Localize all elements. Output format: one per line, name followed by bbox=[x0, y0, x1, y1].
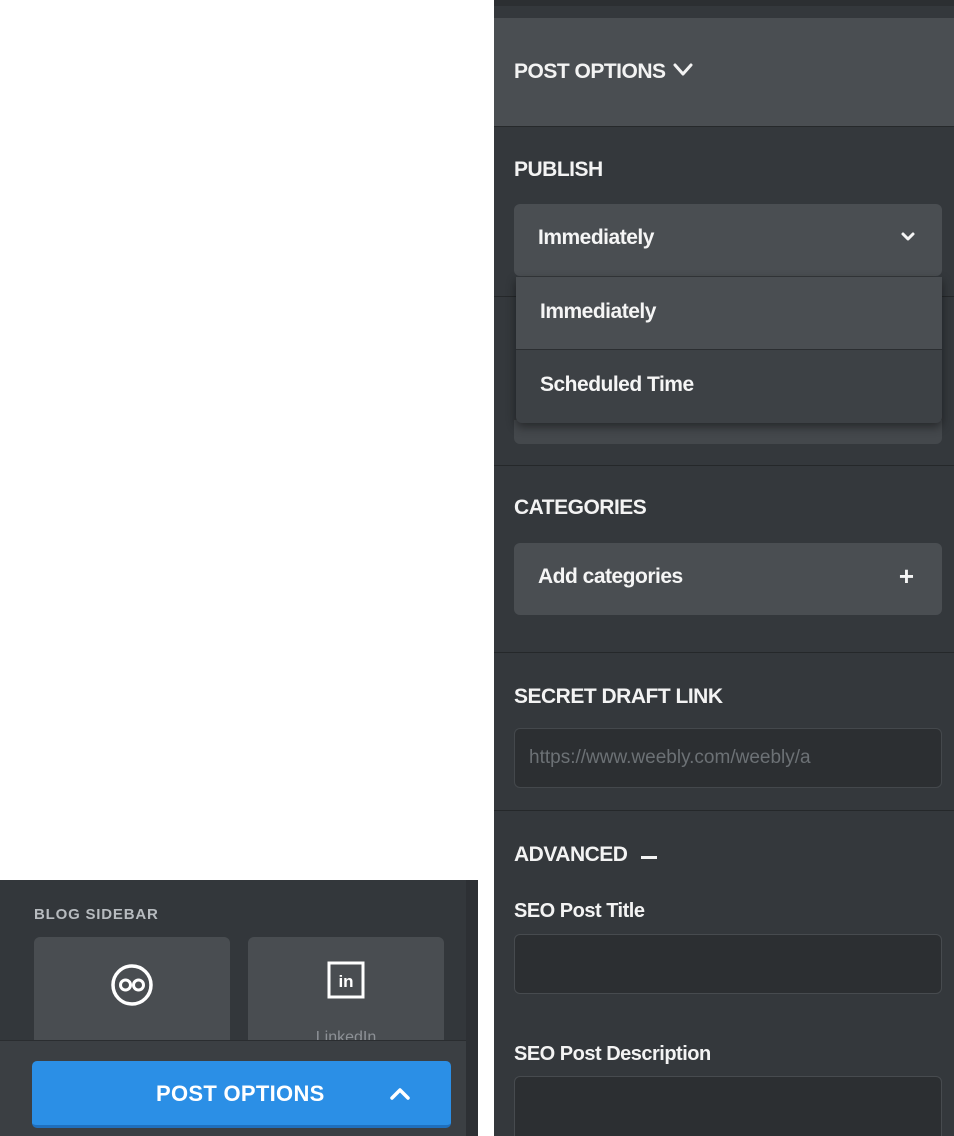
divider bbox=[494, 465, 954, 466]
panel-title[interactable]: POST OPTIONS bbox=[514, 60, 694, 84]
linkedin-tile[interactable]: in LinkedIn bbox=[248, 937, 444, 1057]
advanced-label: ADVANCED bbox=[514, 843, 628, 866]
chevron-up-icon bbox=[389, 1086, 411, 1107]
chevron-down-icon bbox=[672, 60, 694, 84]
publish-date-field bbox=[514, 420, 942, 444]
publish-label: PUBLISH bbox=[514, 158, 603, 181]
advanced-toggle[interactable]: ADVANCED bbox=[514, 843, 658, 867]
flickr-tile[interactable] bbox=[34, 937, 230, 1057]
secret-draft-link-value: https://www.weebly.com/weebly/a bbox=[529, 747, 811, 768]
secret-draft-link-field[interactable]: https://www.weebly.com/weebly/a bbox=[514, 728, 942, 788]
post-options-panel: POST OPTIONS PUBLISH Immediately Immedia… bbox=[494, 0, 954, 1136]
divider bbox=[494, 810, 954, 811]
post-options-button[interactable]: POST OPTIONS bbox=[32, 1061, 451, 1128]
minus-icon bbox=[641, 843, 658, 867]
publish-select[interactable]: Immediately bbox=[514, 204, 942, 276]
add-categories-button[interactable]: Add categories + bbox=[514, 543, 942, 615]
seo-post-title-input[interactable] bbox=[514, 934, 942, 994]
flickr-icon bbox=[110, 963, 154, 1012]
secret-draft-link-label: SECRET DRAFT LINK bbox=[514, 685, 723, 708]
svg-text:in: in bbox=[338, 972, 353, 991]
linkedin-icon: in bbox=[327, 961, 365, 1004]
divider bbox=[494, 652, 954, 653]
panel-header[interactable]: POST OPTIONS bbox=[494, 18, 954, 127]
bottom-bar: POST OPTIONS bbox=[0, 1040, 466, 1136]
blog-sidebar-widget: BLOG SIDEBAR in LinkedIn POST OPTIONS bbox=[0, 880, 478, 1136]
seo-post-title-label: SEO Post Title bbox=[514, 900, 645, 922]
publish-option-immediately[interactable]: Immediately bbox=[516, 277, 942, 349]
scrollbar[interactable] bbox=[466, 880, 478, 1136]
blog-sidebar-title: BLOG SIDEBAR bbox=[34, 906, 159, 923]
publish-select-value: Immediately bbox=[538, 226, 654, 249]
categories-label: CATEGORIES bbox=[514, 496, 647, 519]
panel-title-label: POST OPTIONS bbox=[514, 60, 666, 83]
chevron-down-icon bbox=[900, 230, 916, 248]
seo-post-description-label: SEO Post Description bbox=[514, 1043, 711, 1065]
post-options-button-label: POST OPTIONS bbox=[156, 1081, 325, 1106]
seo-post-description-input[interactable] bbox=[514, 1076, 942, 1136]
publish-dropdown-menu: Immediately Scheduled Time bbox=[516, 277, 942, 423]
plus-icon: + bbox=[898, 561, 914, 591]
add-categories-label: Add categories bbox=[538, 565, 683, 588]
publish-option-scheduled-time[interactable]: Scheduled Time bbox=[516, 349, 942, 421]
